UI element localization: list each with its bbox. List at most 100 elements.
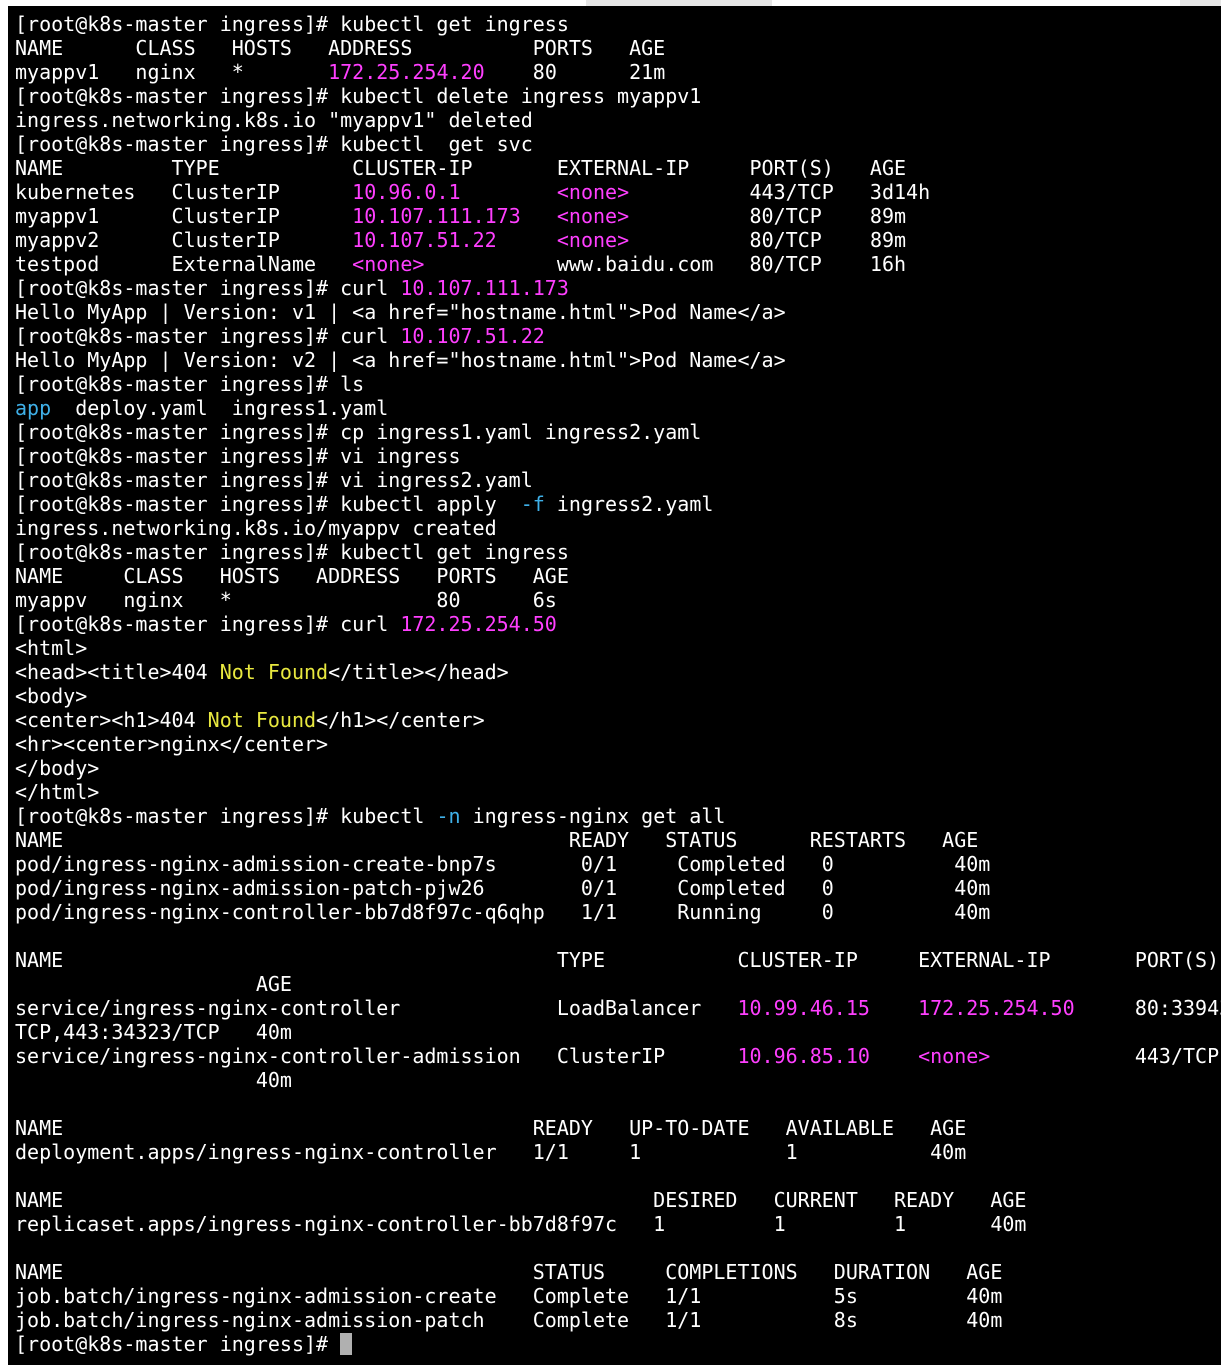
terminal-text: 80 21m (484, 60, 666, 84)
terminal-text: [root@k8s-master ingress]# kubectl get s… (15, 132, 533, 156)
ip-address: 10.96.85.10 (737, 1044, 870, 1068)
terminal-line: <html> (15, 636, 1221, 660)
terminal-line: 40m (15, 1068, 1221, 1092)
ip-address: 172.25.254.50 (400, 612, 557, 636)
terminal-line: NAME TYPE CLUSTER-IP EXTERNAL-IP PORT(S) (15, 948, 1221, 972)
terminal-text: <html> (15, 636, 88, 660)
terminal-text: </title></head> (328, 660, 509, 684)
ip-address: 172.25.254.20 (328, 60, 485, 84)
terminal-text: <body> (15, 684, 88, 708)
terminal-line: myappv1 ClusterIP 10.107.111.173 <none> … (15, 204, 1221, 228)
terminal-text: myappv1 nginx * (15, 60, 329, 84)
shell-prompt: [root@k8s-master ingress]# (15, 1332, 341, 1356)
terminal-line: testpod ExternalName <none> www.baidu.co… (15, 252, 1221, 276)
terminal-text: NAME READY STATUS RESTARTS AGE (15, 828, 979, 852)
terminal-text: [root@k8s-master ingress]# kubectl (15, 804, 437, 828)
terminal-line: [root@k8s-master ingress]# curl 10.107.1… (15, 276, 1221, 300)
terminal-text: [root@k8s-master ingress]# vi ingress2.y… (15, 468, 533, 492)
prompt-line[interactable]: [root@k8s-master ingress]# (15, 1332, 1221, 1356)
terminal-text: [root@k8s-master ingress]# vi ingress (15, 444, 461, 468)
terminal-text: job.batch/ingress-nginx-admission-create… (15, 1284, 1003, 1308)
terminal-text: Hello MyApp | Version: v2 | <a href="hos… (15, 348, 786, 372)
terminal-text: [root@k8s-master ingress]# ls (15, 372, 365, 396)
terminal-text: 80/TCP 89m (629, 228, 907, 252)
terminal-text: AGE (15, 972, 292, 996)
terminal-line: [root@k8s-master ingress]# kubectl -n in… (15, 804, 1221, 828)
terminal-line: myappv nginx * 80 6s (15, 588, 1221, 612)
terminal-text: myappv2 ClusterIP (15, 228, 353, 252)
terminal-line: NAME READY STATUS RESTARTS AGE (15, 828, 1221, 852)
terminal-line: <body> (15, 684, 1221, 708)
terminal-line: AGE (15, 972, 1221, 996)
terminal-line: <hr><center>nginx</center> (15, 732, 1221, 756)
terminal-text: NAME TYPE CLUSTER-IP EXTERNAL-IP PORT(S) (15, 948, 1220, 972)
ip-address: <none> (556, 228, 630, 252)
terminal-text: ingress.networking.k8s.io "myappv1" dele… (15, 108, 533, 132)
terminal-line: </body> (15, 756, 1221, 780)
terminal-text: ingress2.yaml (544, 492, 714, 516)
ip-address: <none> (556, 180, 630, 204)
terminal-text: Hello MyApp | Version: v1 | <a href="hos… (15, 300, 786, 324)
terminal-text: testpod ExternalName (15, 252, 353, 276)
terminal-line: NAME DESIRED CURRENT READY AGE (15, 1188, 1221, 1212)
terminal-text: NAME CLASS HOSTS ADDRESS PORTS AGE (15, 36, 666, 60)
terminal-text: <center><h1>404 (15, 708, 208, 732)
terminal-text: NAME READY UP-TO-DATE AVAILABLE AGE (15, 1116, 967, 1140)
terminal-line: [root@k8s-master ingress]# vi ingress (15, 444, 1221, 468)
ip-address: 10.99.46.15 (737, 996, 870, 1020)
terminal-text: TCP,443:34323/TCP 40m (15, 1020, 292, 1044)
terminal-window[interactable]: [root@k8s-master ingress]# kubectl get i… (8, 6, 1221, 1365)
terminal-text: replicaset.apps/ingress-nginx-controller… (15, 1212, 1027, 1236)
terminal-line: Hello MyApp | Version: v1 | <a href="hos… (15, 300, 1221, 324)
terminal-text: ingress-nginx get all (460, 804, 726, 828)
terminal-text: kubernetes ClusterIP (15, 180, 353, 204)
terminal-output: [root@k8s-master ingress]# kubectl get i… (15, 12, 1221, 1356)
terminal-line: service/ingress-nginx-controller-admissi… (15, 1044, 1221, 1068)
error-text: Not Found (207, 708, 317, 732)
terminal-line: deployment.apps/ingress-nginx-controller… (15, 1140, 1221, 1164)
terminal-line: [root@k8s-master ingress]# curl 172.25.2… (15, 612, 1221, 636)
terminal-text: ingress.networking.k8s.io/myappv created (15, 516, 497, 540)
terminal-text: deployment.apps/ingress-nginx-controller… (15, 1140, 967, 1164)
terminal-line: [root@k8s-master ingress]# vi ingress2.y… (15, 468, 1221, 492)
command-flag: -f (520, 492, 545, 516)
terminal-text: </html> (15, 780, 100, 804)
terminal-text: NAME DESIRED CURRENT READY AGE (15, 1188, 1027, 1212)
terminal-text: </body> (15, 756, 100, 780)
error-text: Not Found (219, 660, 329, 684)
terminal-line: pod/ingress-nginx-controller-bb7d8f97c-q… (15, 900, 1221, 924)
command-flag: -n (436, 804, 461, 828)
ip-address: 10.107.51.22 (400, 324, 545, 348)
terminal-text: [root@k8s-master ingress]# kubectl get i… (15, 12, 569, 36)
terminal-text: [root@k8s-master ingress]# kubectl get i… (15, 540, 569, 564)
terminal-line: myappv2 ClusterIP 10.107.51.22 <none> 80… (15, 228, 1221, 252)
ip-address: <none> (352, 252, 425, 276)
terminal-text: service/ingress-nginx-controller-admissi… (15, 1044, 738, 1068)
terminal-line: service/ingress-nginx-controller LoadBal… (15, 996, 1221, 1020)
terminal-text: pod/ingress-nginx-admission-create-bnp7s… (15, 852, 991, 876)
terminal-text: [root@k8s-master ingress]# kubectl apply (15, 492, 521, 516)
terminal-text: [root@k8s-master ingress]# curl (15, 276, 401, 300)
ip-address: 10.107.51.22 (352, 228, 497, 252)
terminal-line: job.batch/ingress-nginx-admission-create… (15, 1284, 1221, 1308)
terminal-text: NAME CLASS HOSTS ADDRESS PORTS AGE (15, 564, 569, 588)
terminal-text: 443/TCP 3d14h (629, 180, 931, 204)
terminal-text: 80:33943/ (1134, 996, 1221, 1020)
terminal-text: [root@k8s-master ingress]# kubectl delet… (15, 84, 702, 108)
terminal-text: job.batch/ingress-nginx-admission-patch … (15, 1308, 1003, 1332)
terminal-text: service/ingress-nginx-controller LoadBal… (15, 996, 738, 1020)
terminal-line: ingress.networking.k8s.io "myappv1" dele… (15, 108, 1221, 132)
terminal-text: 40m (15, 1068, 292, 1092)
ip-address: 10.96.0.1 (352, 180, 461, 204)
terminal-line: [root@k8s-master ingress]# ls (15, 372, 1221, 396)
terminal-line: [root@k8s-master ingress]# kubectl get i… (15, 12, 1221, 36)
terminal-text: [root@k8s-master ingress]# cp ingress1.y… (15, 420, 702, 444)
terminal-line: NAME STATUS COMPLETIONS DURATION AGE (15, 1260, 1221, 1284)
terminal-text: NAME STATUS COMPLETIONS DURATION AGE (15, 1260, 1003, 1284)
terminal-line: myappv1 nginx * 172.25.254.20 80 21m (15, 60, 1221, 84)
terminal-text: deploy.yaml ingress1.yaml (51, 396, 389, 420)
terminal-line: [root@k8s-master ingress]# kubectl apply… (15, 492, 1221, 516)
